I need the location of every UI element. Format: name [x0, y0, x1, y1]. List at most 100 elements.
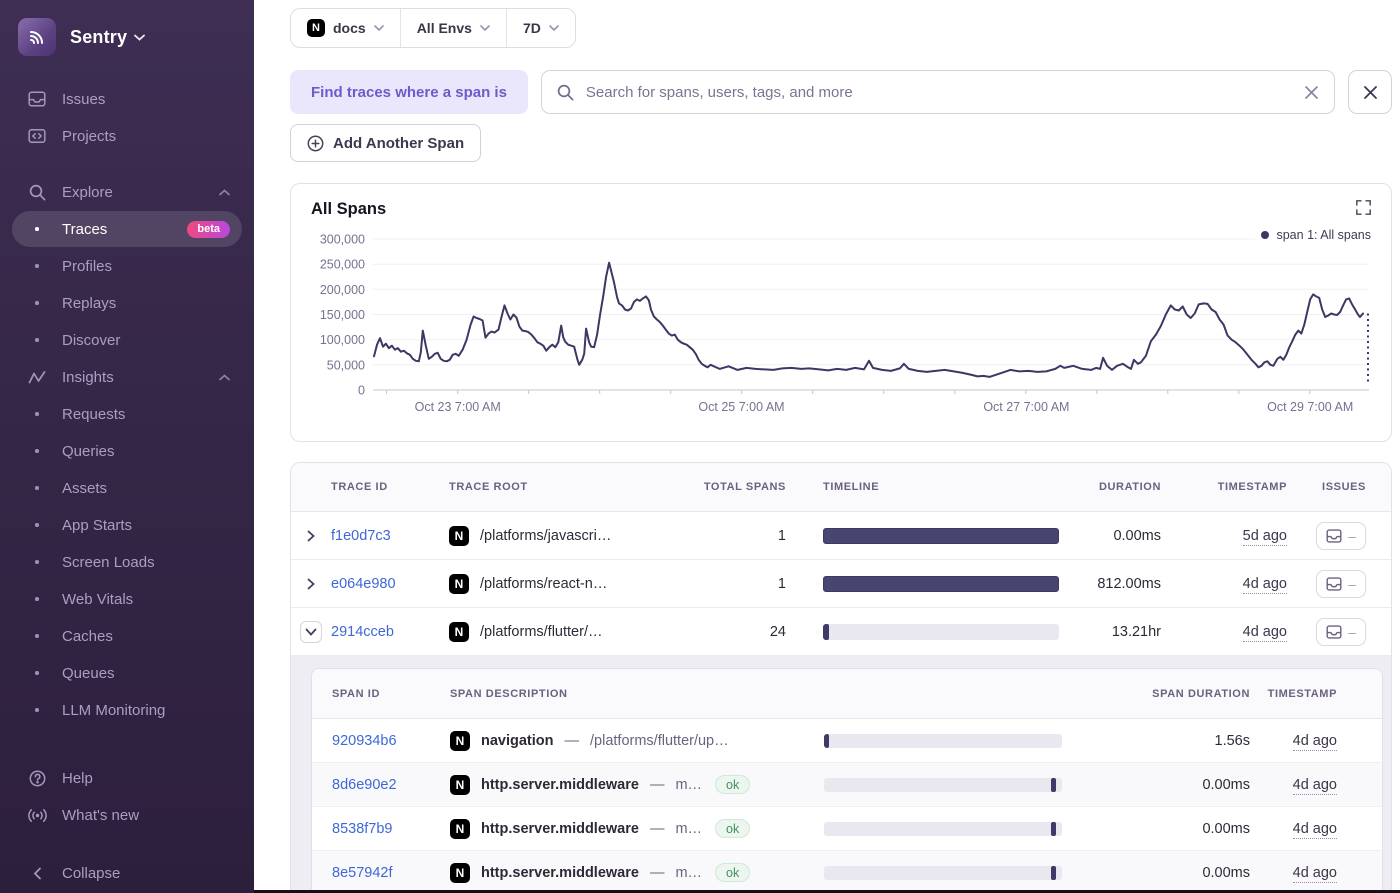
- sidebar-item-help[interactable]: Help: [12, 760, 242, 796]
- page-filter-bar: N docs All Envs 7D: [290, 8, 576, 48]
- nextjs-platform-icon: N: [449, 622, 469, 642]
- issues-button[interactable]: –: [1316, 618, 1366, 646]
- sidebar-item-discover[interactable]: Discover: [12, 322, 242, 358]
- remove-span-filter-button[interactable]: [1348, 70, 1392, 114]
- sidebar-item-issues[interactable]: Issues: [12, 81, 242, 117]
- timestamp[interactable]: 4d ago: [1262, 777, 1382, 793]
- bullet-icon: [26, 338, 48, 342]
- timeline-track: [824, 778, 1062, 792]
- timestamp[interactable]: 4d ago: [1171, 576, 1297, 592]
- sidebar-item-replays[interactable]: Replays: [12, 285, 242, 321]
- sidebar-item-web-vitals[interactable]: Web Vitals: [12, 581, 242, 617]
- status-badge: ok: [715, 775, 750, 794]
- sidebar-item-screen-loads[interactable]: Screen Loads: [12, 544, 242, 580]
- chevron-down-icon: [549, 25, 559, 31]
- span-row: 920934b6Nnavigation—/platforms/flutter/u…: [312, 719, 1382, 763]
- span-id-link[interactable]: 8538f7b9: [332, 821, 392, 837]
- sidebar-item-insights[interactable]: Insights: [12, 359, 242, 395]
- total-spans: 1: [661, 528, 796, 544]
- bullet-icon: [26, 301, 48, 305]
- span-op: navigation: [481, 733, 554, 749]
- sidebar-item-projects[interactable]: Projects: [12, 118, 242, 154]
- span-detail: m…: [675, 865, 702, 881]
- timestamp[interactable]: 5d ago: [1171, 528, 1297, 544]
- span-op: http.server.middleware: [481, 777, 639, 793]
- sidebar-item-label: Assets: [62, 480, 230, 497]
- date-range-filter[interactable]: 7D: [506, 9, 575, 47]
- nextjs-platform-icon: N: [450, 819, 470, 839]
- sidebar-item-assets[interactable]: Assets: [12, 470, 242, 506]
- column-header: TRACE ID: [331, 481, 439, 493]
- sidebar-item-traces[interactable]: Tracesbeta: [12, 211, 242, 247]
- column-header: TIMESTAMP: [1171, 481, 1297, 493]
- nextjs-platform-icon: N: [449, 574, 469, 594]
- search-input[interactable]: [586, 84, 1289, 101]
- span-table-header: SPAN IDSPAN DESCRIPTIONSPAN DURATIONTIME…: [312, 669, 1382, 719]
- project-filter-label: docs: [333, 20, 366, 36]
- sidebar-item-whats-new[interactable]: What's new: [12, 797, 242, 833]
- beta-badge: beta: [187, 221, 230, 238]
- sidebar-item-app-starts[interactable]: App Starts: [12, 507, 242, 543]
- chart-legend[interactable]: span 1: All spans: [1255, 228, 1371, 242]
- svg-text:Oct 27 7:00 AM: Oct 27 7:00 AM: [983, 400, 1069, 414]
- bullet-icon: [26, 412, 48, 416]
- svg-text:200,000: 200,000: [320, 283, 365, 297]
- issues-button[interactable]: –: [1316, 522, 1366, 550]
- chart-title: All Spans: [311, 200, 1371, 219]
- span-id-link[interactable]: 920934b6: [332, 733, 397, 749]
- sidebar-item-label: Insights: [62, 369, 219, 386]
- column-header: SPAN DURATION: [1077, 688, 1262, 700]
- sidebar-item-label: Projects: [62, 128, 230, 145]
- trace-id-link[interactable]: f1e0d7c3: [331, 528, 439, 544]
- nextjs-platform-icon: N: [450, 775, 470, 795]
- search-icon: [26, 184, 48, 201]
- span-id-link[interactable]: 8d6e90e2: [332, 777, 397, 793]
- timeline-track: [824, 822, 1062, 836]
- expand-trace-button[interactable]: [307, 530, 315, 542]
- fullscreen-icon[interactable]: [1356, 200, 1371, 220]
- svg-text:0: 0: [358, 384, 365, 398]
- sidebar-item-label: LLM Monitoring: [62, 702, 230, 719]
- sidebar-item-collapse[interactable]: Collapse: [12, 855, 242, 891]
- timestamp[interactable]: 4d ago: [1171, 624, 1297, 640]
- column-header: ISSUES: [1297, 481, 1389, 493]
- sidebar-item-requests[interactable]: Requests: [12, 396, 242, 432]
- timestamp[interactable]: 4d ago: [1262, 821, 1382, 837]
- span-op: http.server.middleware: [481, 821, 639, 837]
- sidebar-item-llm-monitoring[interactable]: LLM Monitoring: [12, 692, 242, 728]
- project-filter[interactable]: N docs: [291, 9, 400, 47]
- sentry-logo-icon: [18, 18, 56, 56]
- search-clear-icon[interactable]: [1289, 85, 1334, 100]
- bullet-icon: [26, 264, 48, 268]
- span-id-link[interactable]: 8e57942f: [332, 865, 392, 881]
- app-window: Sentry Issues Projects ExploreTracesbetaPr…: [0, 0, 1400, 893]
- issues-icon: [1326, 577, 1342, 591]
- column-header: TOTAL SPANS: [661, 481, 796, 493]
- trace-id-link[interactable]: 2914cceb: [331, 624, 439, 640]
- timestamp[interactable]: 4d ago: [1262, 865, 1382, 881]
- sidebar: Sentry Issues Projects ExploreTracesbetaPr…: [0, 0, 254, 893]
- trace-root: /platforms/javascri…: [480, 528, 611, 544]
- sidebar-item-queries[interactable]: Queries: [12, 433, 242, 469]
- sidebar-item-queues[interactable]: Queues: [12, 655, 242, 691]
- add-another-span-button[interactable]: Add Another Span: [290, 124, 481, 162]
- sidebar-item-label: Issues: [62, 91, 230, 108]
- sidebar-item-explore[interactable]: Explore: [12, 174, 242, 210]
- sidebar-item-profiles[interactable]: Profiles: [12, 248, 242, 284]
- trace-id-link[interactable]: e064e980: [331, 576, 439, 592]
- expand-trace-button[interactable]: [307, 578, 315, 590]
- span-row: 8d6e90e2Nhttp.server.middleware—m…ok0.00…: [312, 763, 1382, 807]
- sidebar-item-caches[interactable]: Caches: [12, 618, 242, 654]
- timestamp[interactable]: 4d ago: [1262, 733, 1382, 749]
- org-switcher[interactable]: Sentry: [0, 14, 254, 70]
- column-header: TIMELINE: [796, 481, 1071, 493]
- column-header: SPAN ID: [312, 688, 440, 700]
- find-traces-label: Find traces where a span is: [290, 70, 528, 114]
- chevron-left-icon: [26, 867, 48, 880]
- span-detail: m…: [675, 777, 702, 793]
- timeline-track: [823, 624, 1059, 640]
- environment-filter[interactable]: All Envs: [400, 9, 506, 47]
- all-spans-line-chart: 050,000100,000150,000200,000250,000300,0…: [311, 227, 1369, 423]
- collapse-trace-button[interactable]: [300, 621, 322, 643]
- issues-button[interactable]: –: [1316, 570, 1366, 598]
